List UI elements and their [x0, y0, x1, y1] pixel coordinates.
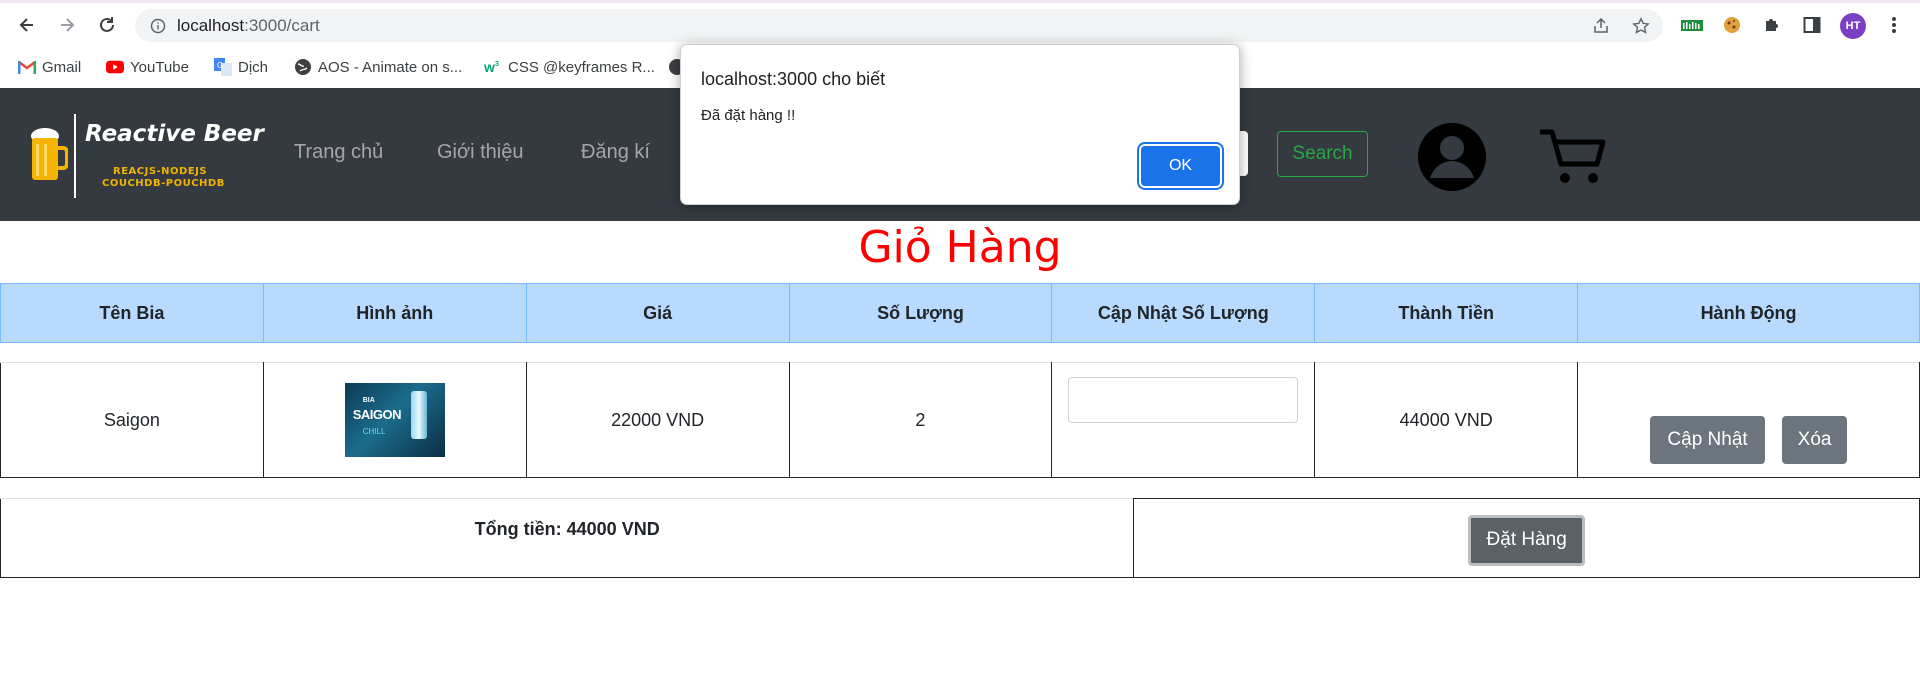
- bookmark-translate[interactable]: G Dịch: [214, 55, 268, 79]
- youtube-icon: [106, 58, 124, 76]
- svg-text:3: 3: [495, 61, 499, 68]
- url-host: localhost: [177, 16, 245, 35]
- image-text: SAIGON: [352, 407, 402, 422]
- delete-button[interactable]: Xóa: [1782, 416, 1848, 464]
- column-header: Giá: [525, 283, 790, 343]
- menu-kebab-icon[interactable]: [1882, 13, 1906, 37]
- bookmark-css-keyframes[interactable]: w3 CSS @keyframes R...: [484, 55, 655, 79]
- translate-icon: G: [214, 58, 232, 76]
- dialog-ok-button[interactable]: OK: [1141, 146, 1220, 186]
- dialog-message: Đã đặt hàng !!: [701, 107, 796, 124]
- quantity-input[interactable]: [1068, 377, 1299, 423]
- item-quantity: 2: [788, 362, 1053, 478]
- page-title: Giỏ Hàng: [858, 222, 1062, 273]
- logo-title: Reactive Beer: [85, 121, 264, 147]
- site-logo[interactable]: Reactive Beer REACJS-NODEJS COUCHDB-POUC…: [30, 114, 264, 198]
- image-text: BIA: [362, 397, 375, 404]
- url-path: :3000/cart: [244, 16, 320, 35]
- reload-button[interactable]: [92, 10, 122, 40]
- column-header: Thành Tiền: [1314, 283, 1579, 343]
- column-header: Cập Nhật Số Lượng: [1051, 283, 1316, 343]
- beer-mug-icon: [31, 128, 68, 180]
- reload-icon: [100, 17, 114, 32]
- logo-divider: [74, 114, 76, 198]
- bookmark-label: CSS @keyframes R...: [508, 58, 655, 76]
- site-info-icon[interactable]: [146, 14, 170, 38]
- back-button[interactable]: [12, 10, 42, 40]
- column-header: Hình ảnh: [262, 283, 527, 343]
- browser-toolbar: localhost:3000/cart HT: [0, 3, 1920, 46]
- bookmark-star-icon[interactable]: [1629, 14, 1653, 38]
- logo-subtitle-1: REACJS-NODEJS: [113, 166, 208, 177]
- gmail-icon: [18, 58, 36, 76]
- item-price: 22000 VND: [525, 362, 790, 478]
- bookmark-label: AOS - Animate on s...: [318, 58, 463, 76]
- item-actions: Cập Nhật Xóa: [1577, 362, 1920, 478]
- qty-update-cell: [1051, 362, 1316, 478]
- table-row: Saigon BIA SAIGON CHILL 22000 VND 2 4400…: [0, 362, 1920, 478]
- forward-arrow-icon: [61, 18, 75, 32]
- bookmark-gmail[interactable]: Gmail: [18, 55, 81, 79]
- url-text: localhost:3000/cart: [177, 16, 320, 36]
- back-arrow-icon: [19, 18, 33, 32]
- bookmark-youtube[interactable]: YouTube: [106, 55, 189, 79]
- browser-window: localhost:3000/cart HT Gmail YouTube G D…: [0, 0, 1920, 692]
- bookmark-label: Dịch: [238, 58, 269, 76]
- profile-avatar[interactable]: HT: [1840, 13, 1866, 39]
- cart-table-header: Tên Bia Hình ảnh Giá Số Lượng Cập Nhật S…: [0, 283, 1920, 343]
- nav-about[interactable]: Giới thiệu: [437, 141, 523, 164]
- update-button[interactable]: Cập Nhật: [1650, 416, 1766, 464]
- column-header: Tên Bia: [0, 283, 264, 343]
- bookmark-label: Gmail: [42, 58, 82, 76]
- extension-meter-icon[interactable]: [1680, 13, 1704, 37]
- total-price: Tổng tiền: 44000 VND: [0, 498, 1135, 578]
- item-name: Saigon: [0, 362, 264, 478]
- logo-subtitle-2: COUCHDB-POUCHDB: [102, 178, 225, 189]
- dialog-title: localhost:3000 cho biết: [701, 69, 886, 89]
- beer-can-graphic: [410, 391, 427, 439]
- cookie-extension-icon[interactable]: [1720, 13, 1744, 37]
- svg-text:G: G: [217, 61, 223, 70]
- puzzle-extensions-icon[interactable]: [1760, 13, 1784, 37]
- cart-total-row: Tổng tiền: 44000 VND Đặt Hàng: [0, 498, 1920, 578]
- alert-dialog: localhost:3000 cho biết Đã đặt hàng !! O…: [680, 44, 1240, 205]
- beer-product-image: BIA SAIGON CHILL: [344, 383, 445, 457]
- column-header: Số Lượng: [788, 283, 1053, 343]
- nav-home[interactable]: Trang chủ: [294, 141, 383, 164]
- bookmark-label: YouTube: [130, 58, 189, 76]
- shopping-cart-icon[interactable]: [1538, 128, 1606, 186]
- share-icon[interactable]: [1589, 14, 1613, 38]
- place-order-button[interactable]: Đặt Hàng: [1468, 514, 1586, 566]
- item-subtotal: 44000 VND: [1314, 362, 1579, 478]
- image-text: CHILL: [362, 427, 386, 436]
- w3schools-icon: w3: [484, 58, 502, 76]
- item-image-cell: BIA SAIGON CHILL: [262, 362, 527, 478]
- search-button[interactable]: Search: [1277, 131, 1368, 177]
- side-panel-icon[interactable]: [1800, 13, 1824, 37]
- bookmark-aos[interactable]: AOS - Animate on s...: [294, 55, 462, 79]
- column-header: Hành Động: [1577, 283, 1920, 343]
- nav-register[interactable]: Đăng kí: [581, 141, 650, 164]
- svg-text:w: w: [484, 59, 495, 75]
- order-cell: Đặt Hàng: [1133, 498, 1920, 578]
- globe-icon: [294, 58, 312, 76]
- address-bar[interactable]: localhost:3000/cart: [135, 9, 1663, 42]
- forward-button[interactable]: [52, 10, 82, 40]
- user-account-icon[interactable]: [1417, 122, 1487, 192]
